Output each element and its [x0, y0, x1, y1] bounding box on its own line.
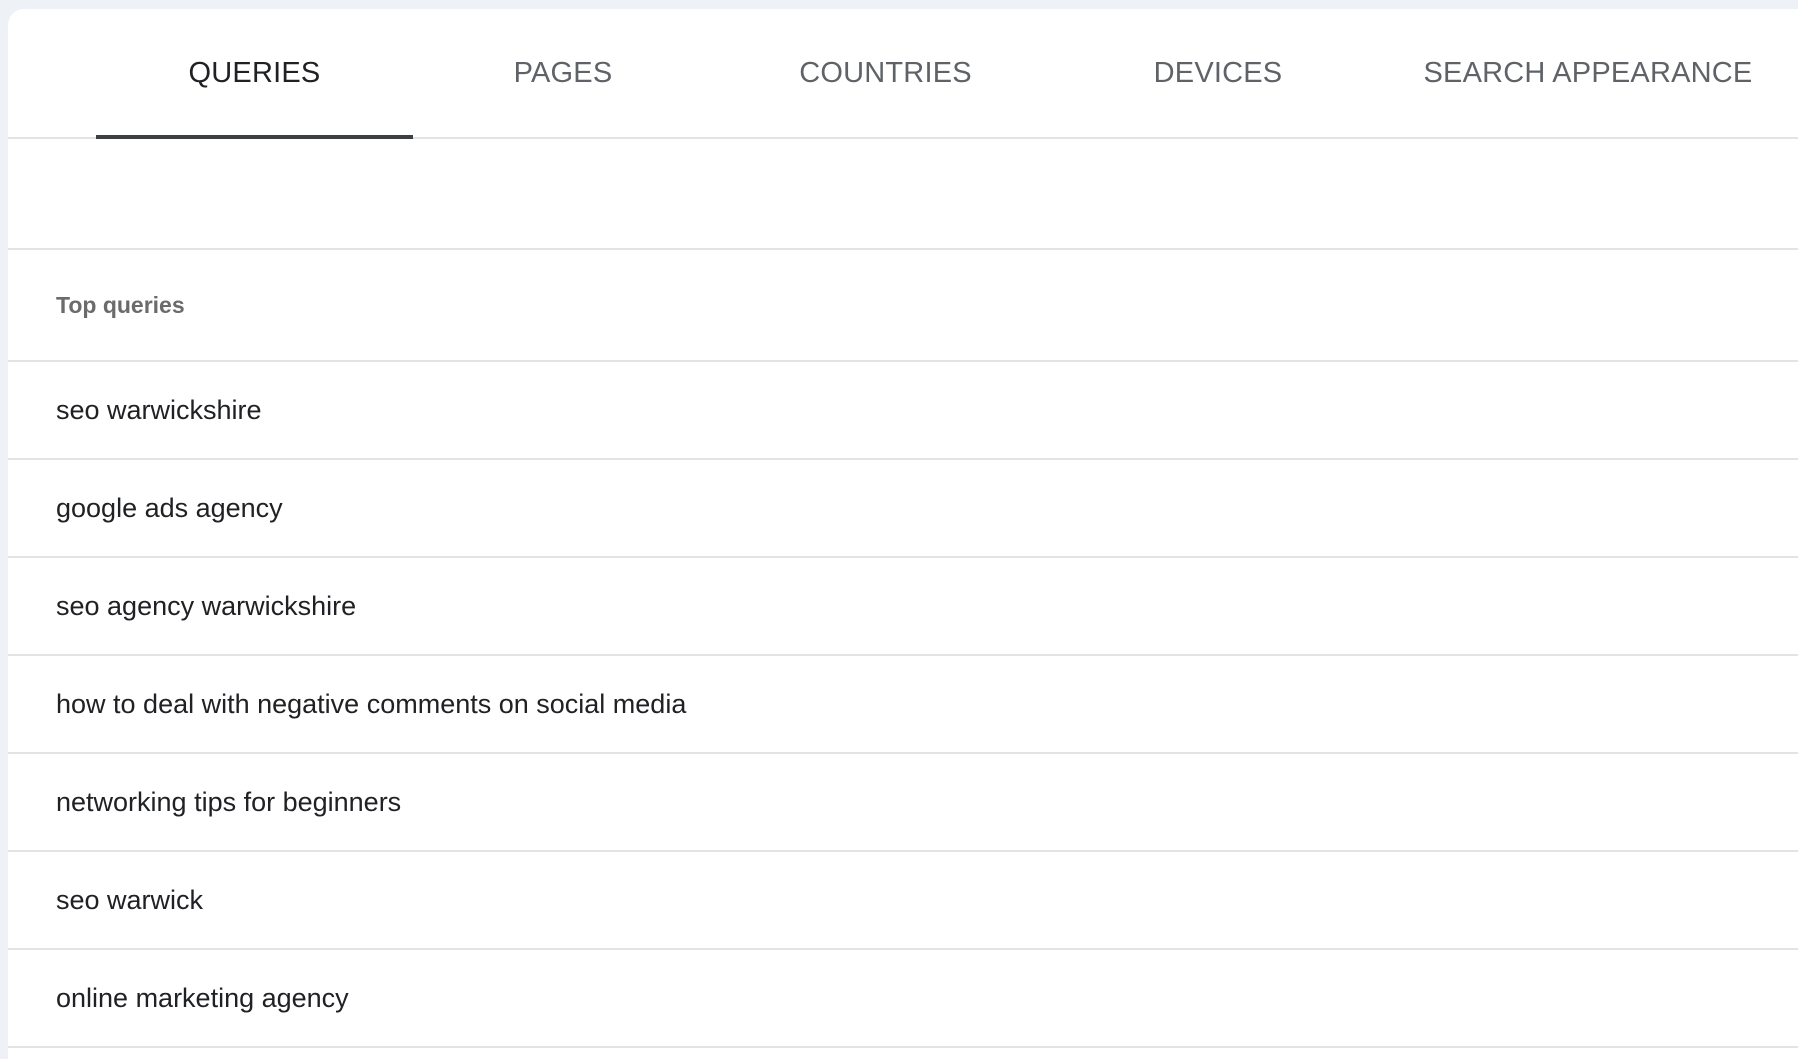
table-row[interactable]: google ads agency [8, 460, 1798, 558]
performance-card: QUERIES PAGES COUNTRIES DEVICES SEARCH A… [8, 9, 1798, 1059]
table-row[interactable]: online marketing agency [8, 950, 1798, 1048]
query-text: networking tips for beginners [56, 786, 402, 817]
tab-label: PAGES [513, 56, 613, 89]
query-text: seo warwick [56, 884, 204, 915]
tab-label: QUERIES [188, 56, 321, 89]
table-header-top-queries[interactable]: Top queries [8, 250, 1798, 362]
tab-search-appearance[interactable]: SEARCH APPEARANCE [1378, 9, 1798, 137]
query-text: google ads agency [56, 492, 283, 523]
query-text: seo agency warwickshire [56, 590, 357, 621]
query-text: how to deal with negative comments on so… [56, 688, 687, 719]
tab-devices[interactable]: DEVICES [1058, 9, 1378, 137]
tab-pages[interactable]: PAGES [413, 9, 713, 137]
table-row[interactable]: seo warwickshire [8, 362, 1798, 460]
tab-label: COUNTRIES [799, 56, 972, 89]
query-text: online marketing agency [56, 982, 349, 1013]
query-text: seo warwickshire [56, 394, 262, 425]
table-row[interactable]: how to deal with negative comments on so… [8, 656, 1798, 754]
tab-bar: QUERIES PAGES COUNTRIES DEVICES SEARCH A… [8, 9, 1798, 139]
tab-countries[interactable]: COUNTRIES [713, 9, 1058, 137]
table-row[interactable]: seo agency warwickshire [8, 558, 1798, 656]
tab-label: DEVICES [1153, 56, 1283, 89]
active-tab-indicator [96, 135, 413, 139]
tab-queries[interactable]: QUERIES [96, 9, 413, 139]
table-row[interactable]: seo warwick [8, 852, 1798, 950]
table-row[interactable]: networking tips for beginners [8, 754, 1798, 852]
tab-label: SEARCH APPEARANCE [1423, 56, 1753, 89]
filter-bar [8, 139, 1798, 250]
